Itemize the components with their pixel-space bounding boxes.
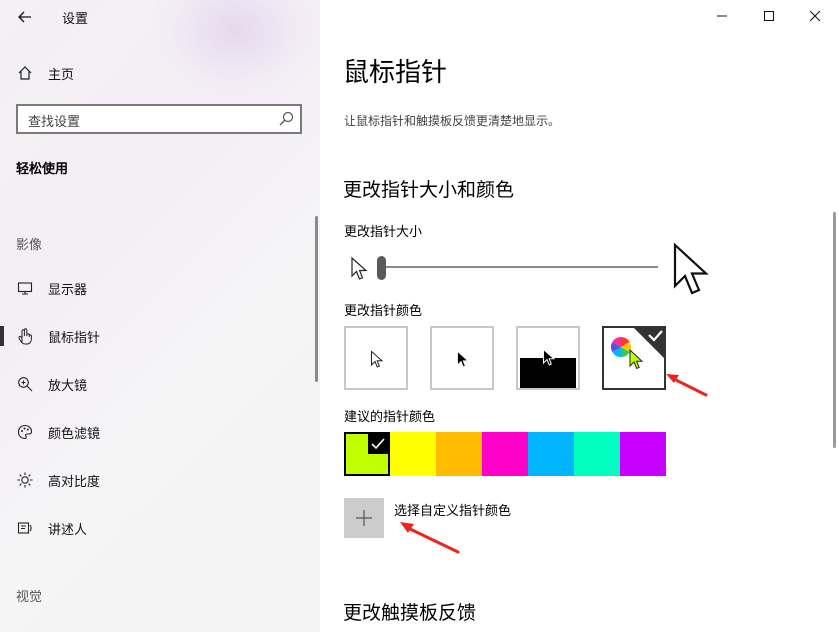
annotation-arrow-icon [400,522,460,554]
pointer-color-inverted[interactable] [516,326,580,390]
sidebar-item-label: 鼠标指针 [48,330,101,346]
custom-color-cursor-icon [629,348,644,370]
home-icon [16,64,34,82]
maximize-button[interactable] [746,0,792,32]
sidebar-item-high-contrast[interactable]: 高对比度 [0,460,318,500]
window-title: 设置 [62,12,89,27]
sidebar-item-home[interactable]: 主页 [0,53,318,93]
size-slider-track[interactable] [382,266,658,268]
monitor-icon [16,279,34,297]
sidebar-item-label: 高对比度 [48,474,101,490]
back-button[interactable] [12,4,38,30]
active-indicator [0,326,4,346]
sidebar-item-narrator[interactable]: 讲述人 [0,508,318,548]
inverted-cursor-icon [543,348,556,366]
black-cursor-icon [457,350,470,368]
search-input[interactable]: 查找设置 [16,104,302,134]
sidebar-item-display[interactable]: 显示器 [0,268,318,308]
page-description: 让鼠标指针和触摸板反馈更清楚地显示。 [344,114,561,128]
sidebar-item-color-filters[interactable]: 颜色滤镜 [0,412,318,452]
sidebar: 设置 主页 查找设置 轻松使用 影像 显示器 鼠标指针 放大镜 颜色滤镜 高对比… [0,0,320,632]
section-heading-size-color: 更改指针大小和颜色 [343,179,515,201]
palette-icon [16,423,34,441]
sidebar-scrollbar[interactable] [315,216,318,382]
minimize-icon [717,15,727,17]
main-scrollbar[interactable] [833,212,836,448]
page-title: 鼠标指针 [343,58,448,88]
magnifier-icon [16,375,34,393]
sidebar-item-mouse-pointer[interactable]: 鼠标指针 [0,316,318,356]
add-custom-color-button[interactable] [344,498,384,538]
pointer-hand-icon [16,327,34,345]
search-placeholder: 查找设置 [28,115,81,130]
pointer-color-custom[interactable] [602,326,666,390]
large-cursor-icon [673,242,709,295]
small-cursor-icon [351,256,368,280]
section-heading-touchpad: 更改触摸板反馈 [343,602,477,624]
suggested-color-swatch[interactable] [528,432,574,476]
suggested-color-swatch[interactable] [436,432,482,476]
pointer-color-black[interactable] [430,326,494,390]
group-label-vision: 影像 [16,238,43,253]
suggested-color-swatch[interactable] [482,432,528,476]
size-slider-thumb[interactable] [377,256,386,280]
white-cursor-icon [371,350,384,368]
suggested-colors-label: 建议的指针颜色 [344,410,436,425]
maximize-icon [764,11,774,21]
suggested-color-swatch[interactable] [620,432,666,476]
section-heading: 轻松使用 [16,162,69,177]
group-label-hearing: 视觉 [16,590,43,605]
minimize-button[interactable] [699,0,745,32]
back-arrow-icon [18,11,31,23]
swatch-check-icon [368,434,388,454]
pointer-color-white[interactable] [344,326,408,390]
narrator-icon [16,519,34,537]
brightness-icon [16,471,34,489]
suggested-color-swatch[interactable] [344,432,390,476]
sidebar-item-label: 放大镜 [48,378,88,394]
suggested-color-swatch[interactable] [390,432,436,476]
close-button[interactable] [792,0,838,32]
plus-icon [356,510,372,526]
sidebar-item-label: 显示器 [48,282,88,298]
size-label: 更改指针大小 [344,225,423,240]
sidebar-item-label: 讲述人 [48,522,88,538]
color-label: 更改指针颜色 [344,304,423,319]
suggested-color-swatch[interactable] [574,432,620,476]
close-icon [809,10,821,22]
sidebar-item-magnifier[interactable]: 放大镜 [0,364,318,404]
annotation-arrow-icon [666,374,708,397]
sidebar-item-label: 主页 [48,67,75,83]
sidebar-item-label: 颜色滤镜 [48,426,101,442]
search-icon[interactable] [278,111,294,127]
